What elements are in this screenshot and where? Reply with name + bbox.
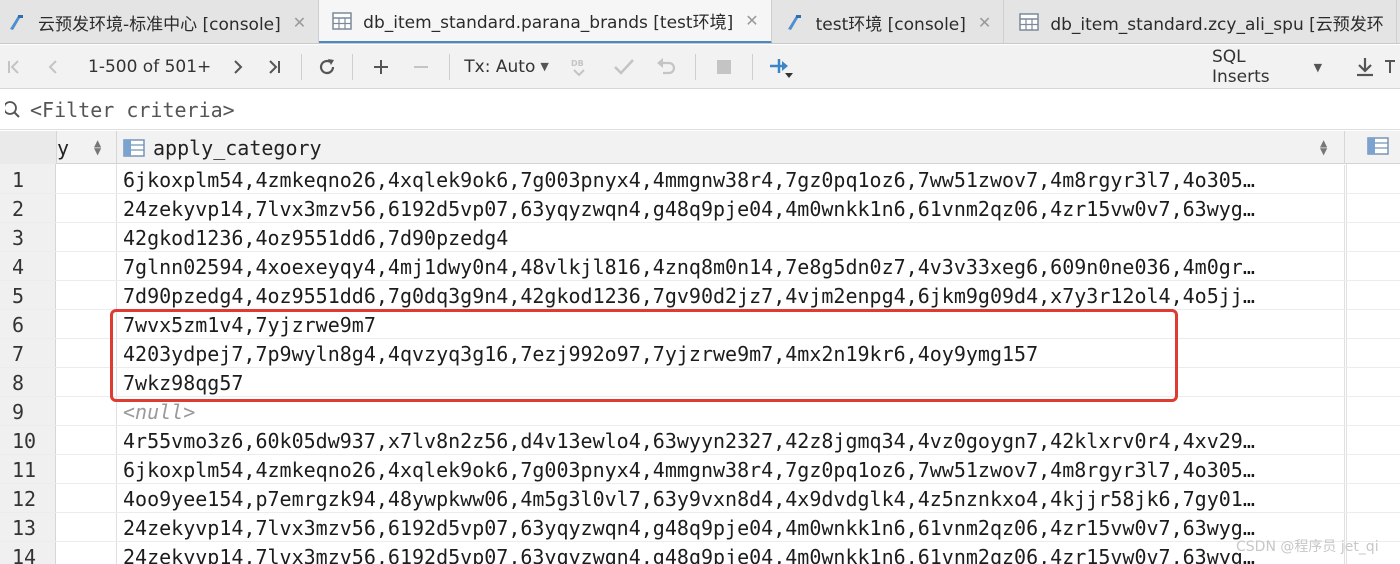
data-editor-toolbar: 1-500 of 501+ Tx: Auto ▼ DB SQL Inserts … [0, 45, 1400, 89]
sort-arrows-icon[interactable]: ▲ ▼ [1320, 137, 1327, 157]
tab-label: 云预发环境-标准中心 [console] [38, 14, 281, 35]
row-number[interactable]: 9 [0, 397, 56, 426]
apply-category-cell[interactable]: 7glnn02594,4xoexeyqy4,4mj1dwy0n4,48vlkjl… [117, 252, 1345, 281]
row-number[interactable]: 13 [0, 513, 56, 542]
next-page-icon[interactable] [221, 45, 255, 89]
close-icon[interactable]: ✕ [293, 13, 306, 32]
console-icon [6, 11, 28, 33]
column-header-previous[interactable]: y ▲ ▼ [57, 131, 117, 164]
apply-category-cell[interactable]: 24zekyvp14,7lvx3mzv56,6192d5vp07,63yqyzw… [117, 513, 1345, 542]
row-number[interactable]: 4 [0, 252, 56, 281]
tab-label: test环境 [console] [815, 14, 966, 35]
toolbar-separator [301, 53, 303, 80]
column-header-label: apply_category [153, 135, 322, 160]
toolbar-separator [694, 53, 696, 80]
chevron-down-icon: ▼ [540, 60, 549, 73]
watermark: CSDN @程序员 jet_qi [1236, 539, 1379, 555]
chevron-down-icon: ▼ [1313, 60, 1323, 74]
row-number[interactable]: 7 [0, 339, 56, 368]
commit-checkmark-icon[interactable] [603, 45, 645, 89]
filter-bar: <Filter criteria> [0, 90, 1400, 130]
apply-category-cell[interactable]: 24zekyvp14,7lvx3mzv56,6192d5vp07,63yqyzw… [117, 542, 1345, 564]
row-number[interactable]: 5 [0, 281, 56, 310]
apply-category-cell[interactable]: 6jkoxplm54,4zmkeqno26,4xqlek9ok6,7g003pn… [117, 455, 1345, 484]
svg-text:DB: DB [571, 59, 584, 68]
close-icon[interactable]: ✕ [745, 11, 758, 30]
apply-category-cell[interactable]: 6jkoxplm54,4zmkeqno26,4xqlek9ok6,7g003pn… [117, 165, 1345, 194]
previous-page-icon[interactable] [28, 45, 78, 89]
tab-parana-brands[interactable]: db_item_standard.parana_brands [test环境] … [319, 0, 772, 43]
tab-label: db_item_standard.zcy_ali_spu [云预发环 [1050, 14, 1384, 35]
row-number[interactable]: 8 [0, 368, 56, 397]
column-header-row: y ▲ ▼ apply_category ▲ ▼ [0, 131, 1400, 164]
tab-label: db_item_standard.parana_brands [test环境] [363, 13, 734, 33]
annotation-highlight-box [110, 309, 1178, 402]
transaction-mode-label: Tx: Auto [464, 56, 536, 77]
page-range-label[interactable]: 1-500 of 501+ [78, 57, 221, 77]
row-number[interactable]: 11 [0, 455, 56, 484]
row-number[interactable]: 3 [0, 223, 56, 252]
stop-icon[interactable] [704, 45, 744, 89]
editor-tab-bar: 云预发环境-标准中心 [console] ✕ db_item_standard.… [0, 0, 1400, 44]
tab-zcy-ali-spu[interactable]: db_item_standard.zcy_ali_spu [云预发环 [1004, 0, 1397, 43]
last-page-icon[interactable] [255, 45, 293, 89]
transaction-mode-dropdown[interactable]: Tx: Auto ▼ [458, 57, 555, 77]
table-row[interactable]: 24zekyvp14,7lvx3mzv56,6192d5vp07,63yqyzw… [117, 513, 1400, 542]
row-number[interactable]: 2 [0, 194, 56, 223]
refresh-icon[interactable] [310, 45, 344, 89]
toolbar-separator [352, 53, 354, 80]
table-row[interactable]: 6jkoxplm54,4zmkeqno26,4xqlek9ok6,7g003pn… [117, 455, 1400, 484]
close-icon[interactable]: ✕ [978, 13, 991, 32]
apply-category-cell[interactable]: 4oo9yee154,p7emrgzk94,48ywpkww06,4m5g3l0… [117, 484, 1345, 513]
table-row[interactable]: 24zekyvp14,7lvx3mzv56,6192d5vp07,63yqyzw… [117, 542, 1400, 564]
table-row[interactable]: 4r55vmo3z6,60k05dw937,x7lv8n2z56,d4v13ew… [117, 426, 1400, 455]
row-number[interactable]: 10 [0, 426, 56, 455]
more-options-icon[interactable] [1380, 45, 1400, 89]
row-number[interactable]: 12 [0, 484, 56, 513]
console-icon [784, 11, 806, 33]
gutter-header [0, 131, 57, 164]
table-row[interactable]: 4oo9yee154,p7emrgzk94,48ywpkww06,4m5g3l0… [117, 484, 1400, 513]
row-number[interactable]: 6 [0, 310, 56, 339]
column-header-apply-category[interactable]: apply_category ▲ ▼ [117, 131, 1345, 164]
apply-category-cell[interactable]: 24zekyvp14,7lvx3mzv56,6192d5vp07,63yqyzw… [117, 194, 1345, 223]
apply-category-cell[interactable]: 4r55vmo3z6,60k05dw937,x7lv8n2z56,d4v13ew… [117, 426, 1345, 455]
add-row-icon[interactable] [361, 45, 401, 89]
table-row[interactable]: 6jkoxplm54,4zmkeqno26,4xqlek9ok6,7g003pn… [117, 165, 1400, 194]
compare-arrows-icon[interactable] [761, 45, 801, 89]
table-icon [331, 10, 353, 32]
table-row[interactable]: 7d90pzedg4,4oz9551dd6,7g0dq3g9n4,42gkod1… [117, 281, 1400, 310]
column-icon [1367, 136, 1389, 160]
row-number[interactable]: 1 [0, 165, 56, 194]
tab-console-test[interactable]: test环境 [console] ✕ [772, 0, 1005, 43]
filter-criteria-input[interactable]: <Filter criteria> [30, 98, 235, 122]
download-icon[interactable] [1350, 45, 1380, 89]
db-commit-mode-icon[interactable]: DB [555, 45, 603, 89]
table-icon [1018, 11, 1040, 33]
table-row[interactable]: 7glnn02594,4xoexeyqy4,4mj1dwy0n4,48vlkjl… [117, 252, 1400, 281]
first-page-icon[interactable] [0, 45, 28, 89]
tab-console-preprod[interactable]: 云预发环境-标准中心 [console] ✕ [0, 0, 320, 43]
export-format-dropdown[interactable]: SQL Inserts ▼ [1212, 45, 1400, 89]
table-row[interactable]: 42gkod1236,4oz9551dd6,7d90pzedg4 [117, 223, 1400, 252]
column-header-label: y [57, 135, 70, 160]
apply-category-cell[interactable]: 7d90pzedg4,4oz9551dd6,7g0dq3g9n4,42gkod1… [117, 281, 1345, 310]
delete-row-icon[interactable] [401, 45, 441, 89]
rollback-icon[interactable] [645, 45, 687, 89]
toolbar-separator [751, 53, 753, 80]
sort-arrows-icon[interactable]: ▲ ▼ [94, 137, 101, 157]
column-header-next[interactable] [1345, 131, 1400, 164]
table-row[interactable]: 24zekyvp14,7lvx3mzv56,6192d5vp07,63yqyzw… [117, 194, 1400, 223]
apply-category-cell[interactable]: 42gkod1236,4oz9551dd6,7d90pzedg4 [117, 223, 1345, 252]
toolbar-separator [449, 53, 451, 80]
column-icon [123, 138, 145, 157]
row-number[interactable]: 14 [0, 542, 56, 564]
search-icon [0, 100, 30, 120]
export-format-label: SQL Inserts [1212, 47, 1270, 87]
previous-column-cells [57, 164, 117, 564]
